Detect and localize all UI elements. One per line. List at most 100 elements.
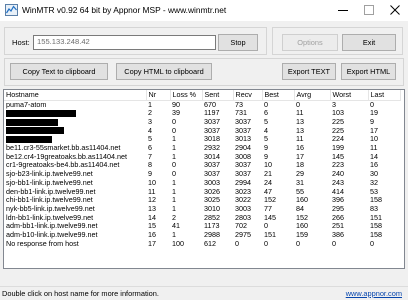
stop-button[interactable]: Stop [218,34,258,51]
export-html-button[interactable]: Export HTML [341,63,396,80]
cell-hostname[interactable] [4,118,146,127]
cell-sent: 3014 [204,152,220,161]
cell-nr: 17 [148,239,156,248]
cell-loss: 0 [172,117,176,126]
cell-hostname[interactable]: be11.cr3-55smarket.bb.as11404.net [4,144,146,153]
table-row[interactable]: be12.cr4-19greatoaks.bb.as11404.net 7 1 301… [4,153,400,162]
cell-hostname[interactable]: ldn-bb1-link.ip.twelve99.net [4,214,146,223]
cell-hostname[interactable]: cr1-9greatoaks-be4.bb.as11404.net [4,161,146,170]
cell-hostname[interactable]: den-bb1-link.ip.twelve99.net [4,188,146,197]
cell-sent: 3010 [204,204,220,213]
column-header-nr[interactable]: Nr [146,90,171,101]
options-button[interactable]: Options [282,34,338,51]
maximize-button[interactable] [356,1,382,19]
column-header-worst[interactable]: Worst [330,90,369,101]
results-table[interactable]: Hostname Nr Loss % Sent Recv Best Avrg W… [3,89,405,269]
column-header-best[interactable]: Best [262,90,295,101]
cell-hostname[interactable]: No response from host [4,240,146,249]
cell-hostname[interactable] [4,109,146,118]
close-button[interactable] [382,1,408,19]
table-row[interactable]: adm-b10-link.ip.twelve99.net 16 1 2988 2975 1… [4,231,400,240]
cell-loss: 90 [172,100,180,109]
cell-nr: 3 [148,117,152,126]
cell-hostname[interactable]: nyk-bb5-link.ip.twelve99.net [4,205,146,214]
cell-best: 151 [264,231,276,240]
host-input[interactable]: 155.133.248.42 [33,35,216,50]
cell-hostname[interactable] [4,127,146,136]
cell-sent: 3037 [204,161,220,170]
cell-best: 6 [264,109,268,118]
cell-loss: 1 [172,231,176,240]
redacted-hostname [6,109,76,117]
cell-recv: 0 [235,239,239,248]
table-row[interactable]: No response from host 17 100 612 0 0 0 0 0 [4,240,400,249]
exit-button[interactable]: Exit [342,34,396,51]
appnor-link[interactable]: www.appnor.com [346,289,402,298]
table-row[interactable]: chi-bb1-link.ip.twelve99.net 12 1 3025 3022 1… [4,196,400,205]
cell-worst: 145 [332,152,344,161]
cell-last: 17 [370,126,378,135]
cell-loss: 1 [172,178,176,187]
minimize-button[interactable] [330,1,356,19]
cell-last: 32 [370,178,378,187]
cell-sent: 3037 [204,117,220,126]
table-row[interactable]: sjo-bb1-link.ip.twelve99.net 10 1 3003 2994 2… [4,179,400,188]
cell-last: 158 [370,231,382,240]
cell-worst: 295 [332,204,344,213]
column-header-loss[interactable]: Loss % [170,90,203,101]
table-row[interactable]: puma7-atom 1 90 670 73 0 0 3 0 [4,100,400,109]
cell-avrg: 16 [296,144,304,153]
cell-nr: 10 [148,178,156,187]
cell-worst: 266 [332,213,344,222]
cell-best: 9 [264,144,268,153]
cell-nr: 9 [148,170,152,179]
column-header-sent[interactable]: Sent [202,90,234,101]
cell-nr: 2 [148,109,152,118]
redacted-hostname [6,127,64,135]
copy-text-button[interactable]: Copy Text to clipboard [10,63,108,80]
cell-avrg: 84 [296,204,304,213]
table-row[interactable]: nyk-bb5-link.ip.twelve99.net 13 1 3010 3003 7… [4,205,400,214]
cell-hostname[interactable]: adm-bb1-link.ip.twelve99.net [4,222,146,231]
cell-worst: 396 [332,196,344,205]
table-row[interactable]: sjo-b23-link.ip.twelve99.net 9 0 3037 3037 21… [4,170,400,179]
cell-worst: 225 [332,117,344,126]
cell-best: 4 [264,126,268,135]
minimize-icon [338,10,348,11]
table-row[interactable]: den-bb1-link.ip.twelve99.net 11 1 3026 3023 4… [4,188,400,197]
table-row[interactable]: adm-bb1-link.ip.twelve99.net 15 41 1173 702 0… [4,222,400,231]
cell-sent: 2988 [204,231,220,240]
cell-hostname[interactable]: puma7-atom [4,100,146,109]
table-row[interactable]: be11.cr3-55smarket.bb.as11404.net 6 1 2932 2… [4,144,400,153]
cell-hostname[interactable]: sjo-bb1-link.ip.twelve99.net [4,179,146,188]
column-header-recv[interactable]: Recv [233,90,263,101]
cell-recv: 3023 [235,187,251,196]
cell-hostname[interactable]: be12.cr4-19greatoaks.bb.as11404.net [4,153,146,162]
cell-avrg: 152 [296,213,308,222]
column-header-hostname[interactable]: Hostname [4,90,147,101]
cell-hostname[interactable]: sjo-b23-link.ip.twelve99.net [4,170,146,179]
cell-hostname[interactable]: chi-bb1-link.ip.twelve99.net [4,196,146,205]
cell-sent: 3026 [204,187,220,196]
table-row[interactable]: 4 0 3037 3037 4 13 225 17 [4,127,400,136]
cell-best: 10 [264,161,272,170]
table-row[interactable]: cr1-9greatoaks-be4.bb.as11404.net 8 0 3037 3… [4,161,400,170]
table-row[interactable]: 2 39 1197 731 6 11 103 19 [4,109,400,118]
cell-loss: 100 [172,239,184,248]
cell-recv: 3037 [235,117,251,126]
copy-html-button[interactable]: Copy HTML to clipboard [116,63,212,80]
cell-nr: 12 [148,196,156,205]
table-row[interactable]: 3 0 3037 3037 5 13 225 9 [4,118,400,127]
cell-sent: 1173 [204,222,220,231]
export-text-button[interactable]: Export TEXT [282,63,336,80]
cell-best: 0 [264,239,268,248]
column-header-avrg[interactable]: Avrg [294,90,331,101]
table-row[interactable]: ldn-bb1-link.ip.twelve99.net 14 2 2852 2803 1… [4,214,400,223]
column-header-last[interactable]: Last [368,90,401,101]
title-bar[interactable]: WinMTR v0.92 64 bit by Appnor MSP - www.… [0,0,408,21]
cell-worst: 386 [332,231,344,240]
cell-hostname[interactable]: adm-b10-link.ip.twelve99.net [4,231,146,240]
table-row[interactable]: 5 1 3018 3013 5 11 224 10 [4,135,400,144]
cell-avrg: 160 [296,222,308,231]
cell-hostname[interactable] [4,135,146,144]
